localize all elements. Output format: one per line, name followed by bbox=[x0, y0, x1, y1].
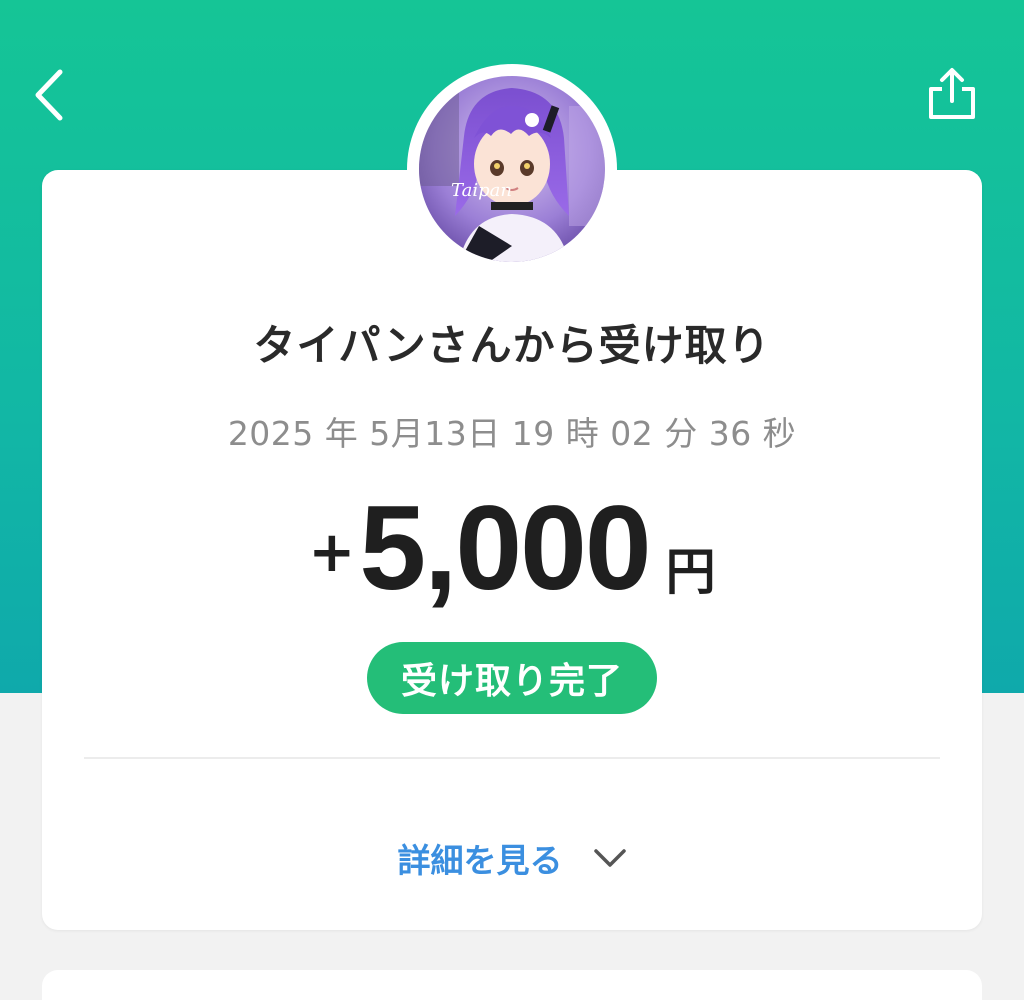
back-button[interactable] bbox=[22, 62, 76, 128]
amount: + 5,000 円 bbox=[42, 488, 982, 608]
sender-avatar[interactable]: Taipan bbox=[419, 76, 605, 262]
see-details-label: 詳細を見る bbox=[397, 841, 563, 880]
amount-unit: 円 bbox=[665, 543, 716, 601]
avatar-signature: Taipan bbox=[451, 180, 512, 201]
see-details-button[interactable]: 詳細を見る bbox=[42, 830, 982, 886]
sender-avatar-frame: Taipan bbox=[407, 64, 617, 274]
chevron-left-icon bbox=[35, 69, 63, 121]
status-badge: 受け取り完了 bbox=[367, 642, 657, 714]
chevron-down-icon bbox=[593, 849, 626, 867]
transaction-title: タイパンさんから受け取り bbox=[253, 321, 771, 370]
amount-sign: + bbox=[308, 520, 356, 585]
avatar-illustration: Taipan bbox=[419, 76, 605, 262]
share-icon bbox=[929, 68, 975, 119]
transaction-datetime: 2025 年 5月13日 19 時 02 分 36 秒 bbox=[227, 414, 797, 453]
divider bbox=[84, 757, 940, 759]
secondary-card bbox=[42, 970, 982, 1000]
amount-value: 5,000 bbox=[359, 481, 651, 615]
share-button[interactable] bbox=[920, 60, 984, 128]
